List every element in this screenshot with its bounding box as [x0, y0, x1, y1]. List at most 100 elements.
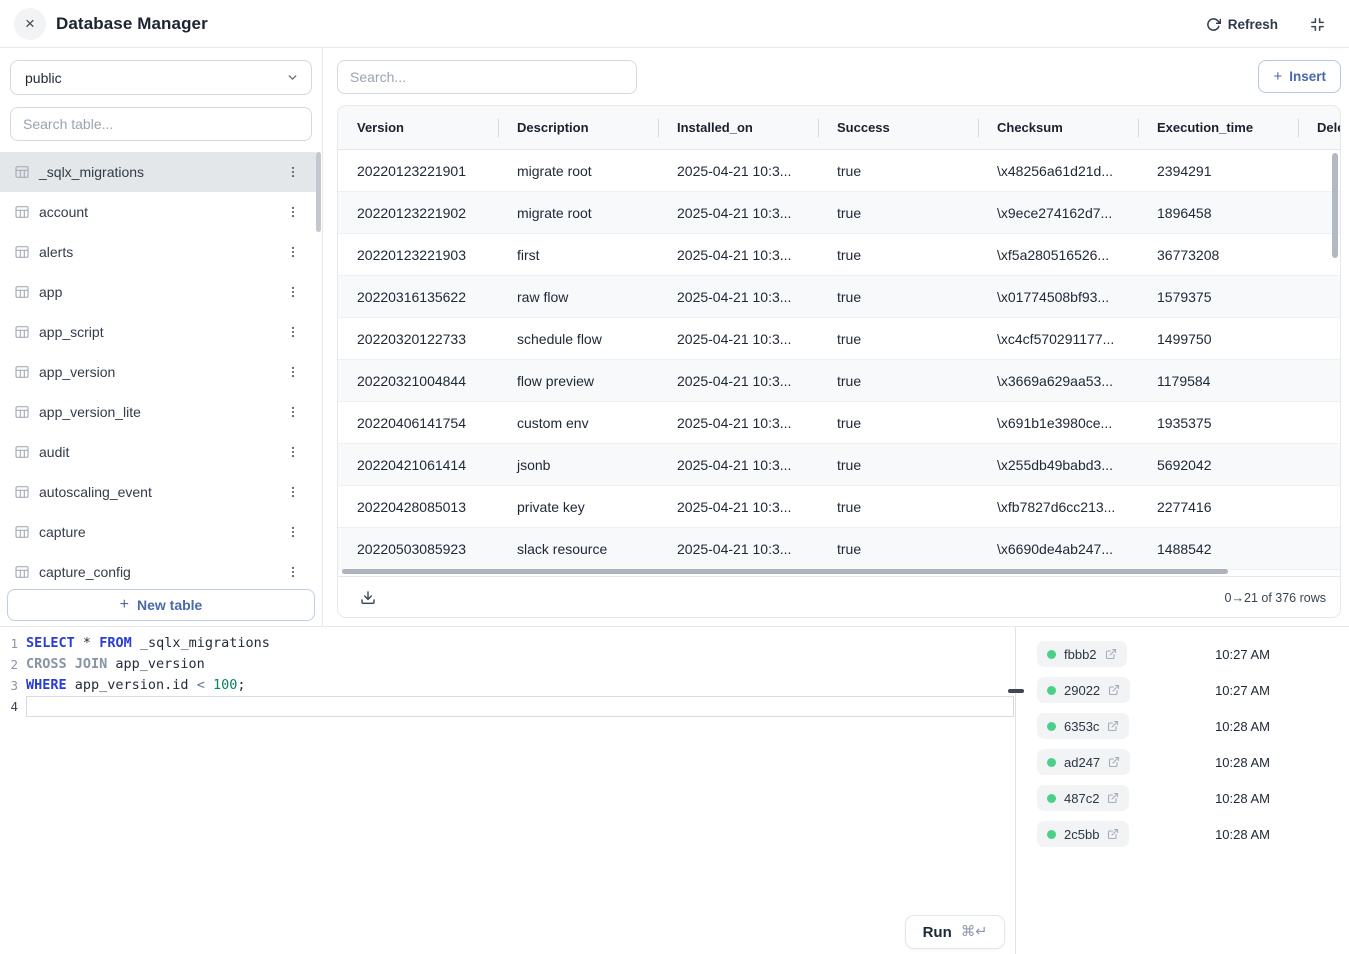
- line-number: 2: [0, 654, 26, 675]
- kebab-menu-icon[interactable]: [284, 443, 302, 461]
- table-cell: true: [818, 486, 978, 527]
- column-header-success[interactable]: Success: [818, 106, 978, 149]
- success-status-dot: [1047, 830, 1056, 839]
- table-row[interactable]: 20220503085923slack resource2025-04-21 1…: [338, 528, 1341, 570]
- table-footer: 0→21 of 376 rows: [338, 576, 1341, 618]
- external-link-icon[interactable]: [1107, 792, 1119, 804]
- table-cell: \x01774508bf93...: [978, 276, 1138, 317]
- history-item-29022[interactable]: 2902210:27 AM: [1016, 672, 1349, 708]
- run-id-pill[interactable]: fbbb2: [1037, 641, 1127, 667]
- sql-editor[interactable]: 1SELECT * FROM _sqlx_migrations2CROSS JO…: [0, 627, 1016, 954]
- table-icon: [14, 364, 30, 380]
- collapse-panel-button[interactable]: [1309, 14, 1329, 34]
- table-cell: migrate root: [498, 192, 658, 233]
- kebab-menu-icon[interactable]: [284, 203, 302, 221]
- vertical-scrollbar[interactable]: [1332, 153, 1338, 258]
- sidebar-item-app_version[interactable]: app_version: [0, 352, 316, 392]
- run-id: 6353c: [1064, 719, 1099, 734]
- insert-row-button[interactable]: + Insert: [1258, 60, 1341, 93]
- history-item-ad247[interactable]: ad24710:28 AM: [1016, 744, 1349, 780]
- sidebar-item-capture_config[interactable]: capture_config: [0, 552, 316, 589]
- refresh-button[interactable]: Refresh: [1206, 0, 1278, 48]
- table-row[interactable]: 20220428085013private key2025-04-21 10:3…: [338, 486, 1341, 528]
- table-row[interactable]: 20220406141754custom env2025-04-21 10:3.…: [338, 402, 1341, 444]
- table-cell: \xc4cf570291177...: [978, 318, 1138, 359]
- run-id-pill[interactable]: 487c2: [1037, 785, 1129, 811]
- sidebar-item-app[interactable]: app: [0, 272, 316, 312]
- table-cell: \xf5a280516526...: [978, 234, 1138, 275]
- kebab-menu-icon[interactable]: [284, 323, 302, 341]
- run-id-pill[interactable]: 6353c: [1037, 713, 1129, 739]
- table-row[interactable]: 20220123221902migrate root2025-04-21 10:…: [338, 192, 1341, 234]
- kebab-menu-icon[interactable]: [284, 403, 302, 421]
- code-line-3[interactable]: 3WHERE app_version.id < 100;: [0, 675, 1015, 696]
- sidebar-item-app_script[interactable]: app_script: [0, 312, 316, 352]
- kebab-menu-icon[interactable]: [284, 283, 302, 301]
- column-header-checksum[interactable]: Checksum: [978, 106, 1138, 149]
- external-link-icon[interactable]: [1107, 720, 1119, 732]
- table-row[interactable]: 20220123221903first2025-04-21 10:3...tru…: [338, 234, 1341, 276]
- grid-search-input[interactable]: [337, 60, 637, 94]
- kebab-menu-icon[interactable]: [284, 363, 302, 381]
- new-table-button[interactable]: + New table: [7, 589, 315, 621]
- kebab-menu-icon[interactable]: [284, 163, 302, 181]
- run-id-pill[interactable]: 29022: [1037, 677, 1130, 703]
- table-search-input[interactable]: [10, 107, 312, 141]
- external-link-icon[interactable]: [1105, 648, 1117, 660]
- sidebar-item-account[interactable]: account: [0, 192, 316, 232]
- external-link-icon[interactable]: [1108, 756, 1120, 768]
- table-cell: 5692042: [1138, 444, 1298, 485]
- history-item-6353c[interactable]: 6353c10:28 AM: [1016, 708, 1349, 744]
- code-line-1[interactable]: 1SELECT * FROM _sqlx_migrations: [0, 633, 1015, 654]
- kebab-menu-icon[interactable]: [284, 243, 302, 261]
- table-row[interactable]: 20220123221901migrate root2025-04-21 10:…: [338, 150, 1341, 192]
- table-row[interactable]: 20220321004844flow preview2025-04-21 10:…: [338, 360, 1341, 402]
- close-button[interactable]: ×: [14, 8, 46, 40]
- data-table: VersionDescriptionInstalled_onSuccessChe…: [337, 105, 1341, 618]
- sidebar-item-app_version_lite[interactable]: app_version_lite: [0, 392, 316, 432]
- history-item-487c2[interactable]: 487c210:28 AM: [1016, 780, 1349, 816]
- sidebar-item-alerts[interactable]: alerts: [0, 232, 316, 272]
- sidebar-item-audit[interactable]: audit: [0, 432, 316, 472]
- external-link-icon[interactable]: [1108, 684, 1120, 696]
- sidebar-item-_sqlx_migrations[interactable]: _sqlx_migrations: [0, 152, 316, 192]
- table-name: autoscaling_event: [39, 484, 152, 500]
- column-header-execution_time[interactable]: Execution_time: [1138, 106, 1298, 149]
- schema-select[interactable]: public: [10, 60, 312, 95]
- horizontal-scrollbar[interactable]: [342, 569, 1228, 574]
- code-text: WHERE app_version.id < 100;: [26, 675, 246, 696]
- table-cell: 1935375: [1138, 402, 1298, 443]
- column-header-dele[interactable]: Dele: [1298, 106, 1341, 149]
- close-icon: ×: [25, 14, 35, 34]
- run-button[interactable]: Run ⌘↵: [905, 915, 1005, 949]
- table-row[interactable]: 20220421061414jsonb2025-04-21 10:3...tru…: [338, 444, 1341, 486]
- chevron-down-icon: [286, 71, 299, 84]
- table-row[interactable]: 20220316135622raw flow2025-04-21 10:3...…: [338, 276, 1341, 318]
- download-button[interactable]: [358, 588, 378, 608]
- history-item-fbbb2[interactable]: fbbb210:27 AM: [1016, 636, 1349, 672]
- table-name: alerts: [39, 244, 73, 260]
- table-icon: [14, 404, 30, 420]
- code-line-4[interactable]: 4: [0, 696, 1015, 717]
- external-link-icon[interactable]: [1107, 828, 1119, 840]
- sidebar-item-autoscaling_event[interactable]: autoscaling_event: [0, 472, 316, 512]
- run-id-pill[interactable]: ad247: [1037, 749, 1130, 775]
- active-line-cursor[interactable]: [26, 696, 1014, 717]
- code-line-2[interactable]: 2CROSS JOIN app_version: [0, 654, 1015, 675]
- run-id-pill[interactable]: 2c5bb: [1037, 821, 1129, 847]
- sidebar-scrollbar[interactable]: [316, 152, 321, 232]
- kebab-menu-icon[interactable]: [284, 523, 302, 541]
- sidebar-item-capture[interactable]: capture: [0, 512, 316, 552]
- table-cell: 20220406141754: [338, 402, 498, 443]
- table-cell: 20220320122733: [338, 318, 498, 359]
- column-header-installed_on[interactable]: Installed_on: [658, 106, 818, 149]
- table-name: app_version: [39, 364, 115, 380]
- history-item-2c5bb[interactable]: 2c5bb10:28 AM: [1016, 816, 1349, 852]
- kebab-menu-icon[interactable]: [284, 563, 302, 581]
- column-header-description[interactable]: Description: [498, 106, 658, 149]
- kebab-menu-icon[interactable]: [284, 483, 302, 501]
- table-list: _sqlx_migrationsaccount alerts appapp_scri…: [0, 152, 316, 589]
- table-row[interactable]: 20220320122733schedule flow2025-04-21 10…: [338, 318, 1341, 360]
- table-cell: 20220123221903: [338, 234, 498, 275]
- column-header-version[interactable]: Version: [338, 106, 498, 149]
